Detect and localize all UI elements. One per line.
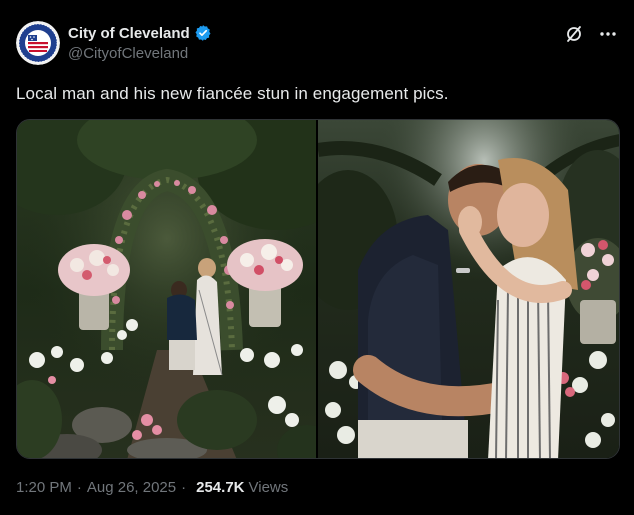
- author-name-row[interactable]: City of Cleveland: [68, 23, 212, 43]
- city-seal-avatar[interactable]: [16, 21, 60, 65]
- post-top-actions: [564, 24, 618, 44]
- meta-separator: ·: [76, 479, 82, 496]
- grok-icon[interactable]: [564, 24, 584, 44]
- post-time[interactable]: 1:20 PM: [16, 479, 72, 496]
- post-text: Local man and his new fiancée stun in en…: [16, 84, 449, 103]
- views-label: Views: [248, 479, 289, 496]
- post-media-grid: [16, 119, 620, 459]
- author-handle[interactable]: @CityofCleveland: [68, 45, 188, 62]
- more-icon[interactable]: [598, 24, 618, 44]
- views-count[interactable]: 254.7K: [196, 479, 244, 496]
- author-display-name[interactable]: City of Cleveland: [68, 25, 190, 42]
- post-card: City of Cleveland @CityofCleveland Local…: [0, 0, 634, 515]
- verified-badge-icon: [194, 24, 212, 42]
- post-date[interactable]: Aug 26, 2025: [87, 479, 176, 496]
- post-meta: 1:20 PM · Aug 26, 2025 · 254.7K Views: [16, 479, 288, 496]
- meta-separator: ·: [181, 479, 187, 496]
- garden-engagement-photo[interactable]: [17, 120, 316, 458]
- couple-embrace-photo[interactable]: [318, 120, 619, 458]
